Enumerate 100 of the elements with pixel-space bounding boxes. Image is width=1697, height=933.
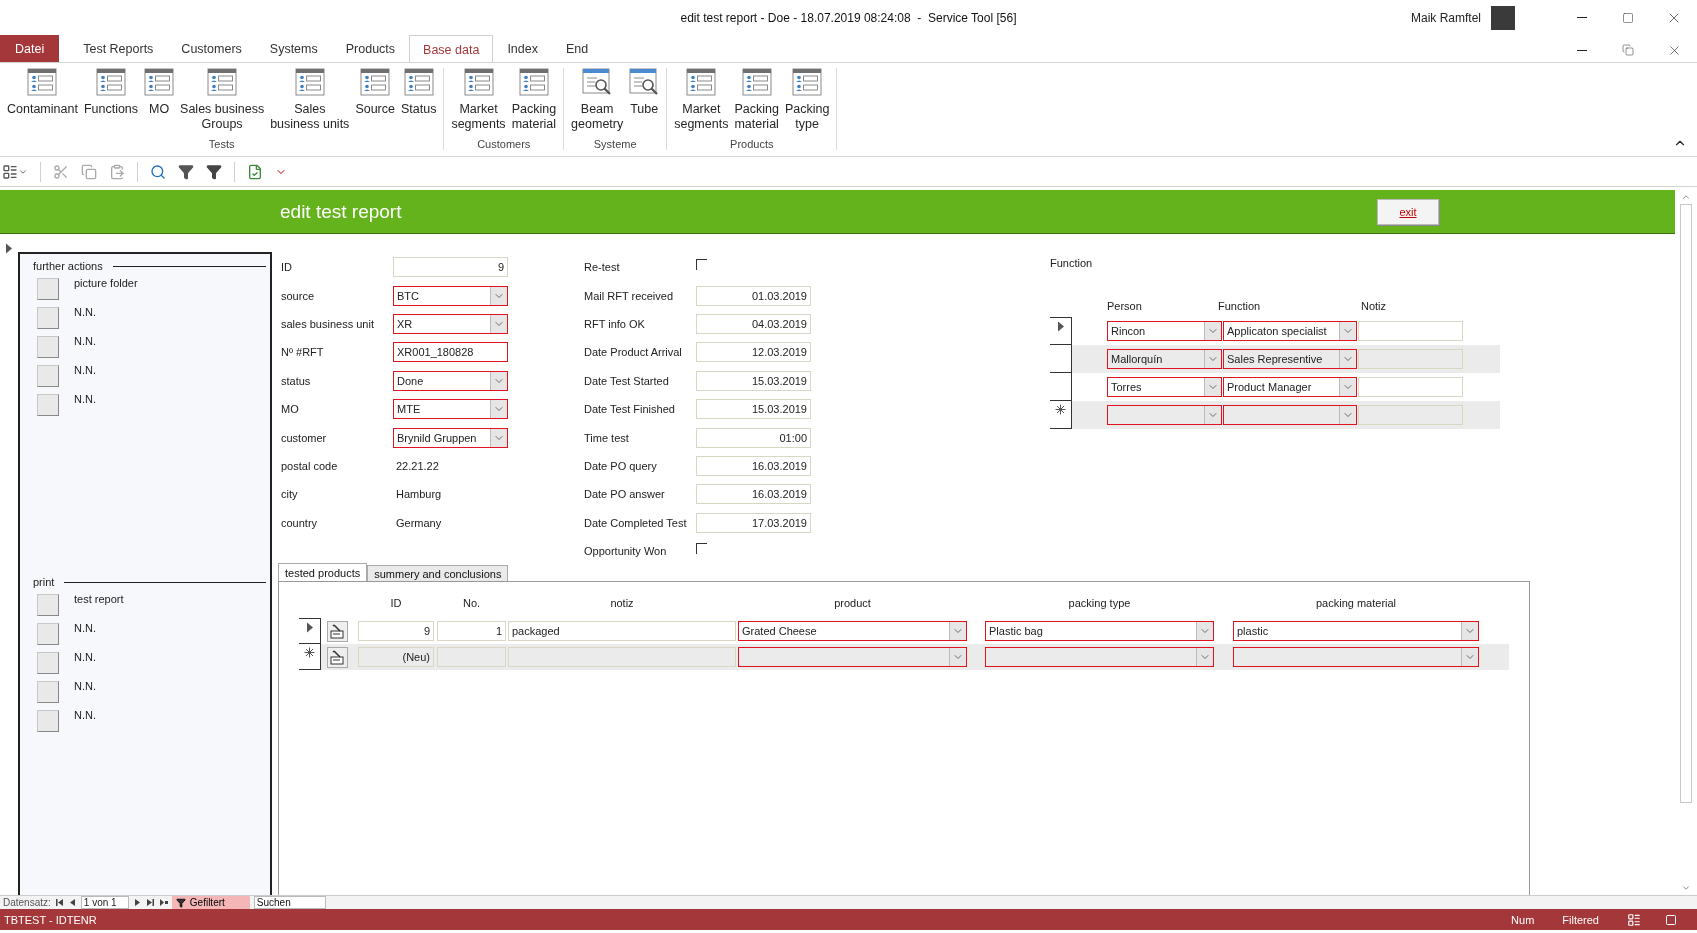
dropdown-button[interactable] bbox=[949, 648, 966, 666]
input-field[interactable]: 9 bbox=[393, 257, 508, 278]
dropdown-button[interactable] bbox=[1196, 648, 1213, 666]
input-field[interactable] bbox=[437, 647, 506, 667]
filter-icon[interactable] bbox=[178, 164, 194, 180]
ribbon-button[interactable]: Packing type bbox=[781, 68, 833, 132]
text-field[interactable]: XR001_180828 bbox=[393, 342, 508, 363]
action-button[interactable] bbox=[37, 365, 59, 387]
filter-toggle-button[interactable]: Gefiltert bbox=[171, 895, 250, 910]
ribbon-button[interactable]: Packing material bbox=[731, 68, 782, 132]
action-button[interactable] bbox=[37, 394, 59, 416]
dropdown-field[interactable]: Torres bbox=[1107, 377, 1222, 397]
ribbon-tab[interactable]: Customers bbox=[167, 35, 256, 62]
row-selector[interactable] bbox=[299, 618, 321, 644]
input-field[interactable]: 15.03.2019 bbox=[696, 399, 811, 420]
subform-tab[interactable]: tested products bbox=[278, 563, 368, 581]
dropdown-button[interactable] bbox=[1196, 622, 1213, 640]
dropdown-field[interactable]: Mallorquín bbox=[1107, 349, 1222, 369]
ribbon-tab[interactable]: End bbox=[551, 35, 603, 62]
scissors-icon[interactable] bbox=[53, 164, 69, 180]
scrollbar-thumb[interactable] bbox=[1680, 204, 1692, 803]
dropdown-field[interactable]: BTC bbox=[393, 285, 508, 306]
dropdown-field[interactable]: Grated Cheese bbox=[738, 621, 967, 641]
dropdown-button[interactable] bbox=[1339, 378, 1356, 396]
dropdown-button[interactable] bbox=[490, 371, 507, 390]
dropdown-button[interactable] bbox=[1204, 406, 1221, 424]
row-selector[interactable] bbox=[1050, 373, 1072, 401]
dropdown-field[interactable]: XR bbox=[393, 313, 508, 334]
scroll-up-icon[interactable] bbox=[1681, 192, 1691, 202]
dropdown-field[interactable]: Rincon bbox=[1107, 321, 1222, 341]
action-button[interactable] bbox=[37, 623, 59, 645]
dropdown-button[interactable] bbox=[1461, 622, 1478, 640]
form-view-icon[interactable] bbox=[1627, 912, 1641, 927]
ribbon-tab[interactable]: Products bbox=[331, 35, 410, 62]
action-button[interactable] bbox=[37, 336, 59, 358]
new-record-icon[interactable] bbox=[158, 898, 168, 907]
dropdown-field[interactable] bbox=[1223, 405, 1357, 425]
ribbon-tab[interactable]: Systems bbox=[255, 35, 332, 62]
dropdown-field[interactable]: Product Manager bbox=[1223, 377, 1357, 397]
ribbon-button[interactable]: Sales business Groups bbox=[177, 68, 268, 132]
dropdown-button[interactable] bbox=[1204, 350, 1221, 368]
input-field[interactable]: 1 bbox=[437, 621, 506, 641]
dropdown-field[interactable] bbox=[1107, 405, 1222, 425]
ribbon-button[interactable]: Status bbox=[398, 68, 440, 117]
dropdown-button[interactable] bbox=[949, 622, 966, 640]
action-button[interactable] bbox=[37, 594, 59, 616]
input-field[interactable]: 01:00 bbox=[696, 427, 811, 448]
copy-icon[interactable] bbox=[81, 164, 97, 180]
action-button[interactable] bbox=[37, 681, 59, 703]
edit-record-button[interactable] bbox=[327, 620, 348, 642]
dropdown-field[interactable] bbox=[1233, 647, 1479, 667]
input-field[interactable]: 12.03.2019 bbox=[696, 342, 811, 363]
dropdown-button[interactable] bbox=[490, 400, 507, 419]
dropdown-button[interactable] bbox=[1461, 648, 1478, 666]
dropdown-button[interactable] bbox=[1339, 406, 1356, 424]
ribbon-button[interactable]: Market segments bbox=[671, 68, 732, 132]
input-field[interactable]: 16.03.2019 bbox=[696, 455, 811, 476]
dropdown-field[interactable]: plastic bbox=[1233, 621, 1479, 641]
dropdown-button[interactable] bbox=[490, 428, 507, 447]
input-field[interactable] bbox=[1358, 405, 1463, 425]
input-field[interactable]: packaged bbox=[508, 621, 736, 641]
dropdown-field[interactable]: Applicaton specialist bbox=[1223, 321, 1357, 341]
file-menu-tab[interactable]: Datei bbox=[0, 35, 60, 62]
ribbon-button[interactable]: MO bbox=[141, 68, 178, 117]
dropdown-field[interactable] bbox=[738, 647, 967, 667]
input-field[interactable] bbox=[508, 647, 736, 667]
search-icon[interactable] bbox=[150, 164, 166, 180]
ribbon-button[interactable]: Packing material bbox=[508, 68, 560, 132]
ribbon-tab[interactable]: Test Reports bbox=[69, 35, 168, 62]
row-selector[interactable] bbox=[1050, 317, 1072, 345]
dropdown-button[interactable] bbox=[1204, 322, 1221, 340]
input-field[interactable]: 01.03.2019 bbox=[696, 285, 811, 306]
ribbon-button[interactable]: Sales business units bbox=[267, 68, 353, 132]
dropdown-field[interactable]: Done bbox=[393, 370, 508, 391]
last-record-icon[interactable] bbox=[145, 898, 155, 907]
action-button[interactable] bbox=[37, 278, 59, 300]
caret-icon[interactable] bbox=[18, 167, 28, 177]
dropdown-field[interactable]: Plastic bag bbox=[985, 621, 1214, 641]
dropdown-button[interactable] bbox=[1339, 322, 1356, 340]
input-field[interactable]: 9 bbox=[358, 621, 434, 641]
input-field[interactable]: 04.03.2019 bbox=[696, 313, 811, 334]
action-button[interactable] bbox=[37, 710, 59, 732]
action-button[interactable] bbox=[37, 307, 59, 329]
first-record-icon[interactable] bbox=[54, 898, 64, 907]
input-field[interactable]: 16.03.2019 bbox=[696, 484, 811, 505]
ribbon-button[interactable]: Market segments bbox=[448, 68, 509, 132]
next-record-icon[interactable] bbox=[132, 898, 142, 907]
scroll-down-icon[interactable] bbox=[1681, 883, 1691, 893]
dropdown-field[interactable]: Sales Representive bbox=[1223, 349, 1357, 369]
input-field[interactable]: (Neu) bbox=[358, 647, 434, 667]
dropdown-field[interactable]: Brynild Gruppen bbox=[393, 427, 508, 448]
input-field[interactable] bbox=[1358, 377, 1463, 397]
record-selector-icon[interactable] bbox=[5, 243, 13, 254]
dropdown-button[interactable] bbox=[1204, 378, 1221, 396]
ribbon-button[interactable]: Beam geometry bbox=[568, 68, 627, 132]
input-field[interactable]: 15.03.2019 bbox=[696, 370, 811, 391]
layout-view-icon[interactable] bbox=[1665, 913, 1677, 926]
dropdown-button[interactable] bbox=[490, 286, 507, 305]
filter-icon[interactable] bbox=[206, 164, 222, 180]
input-field[interactable] bbox=[1358, 321, 1463, 341]
